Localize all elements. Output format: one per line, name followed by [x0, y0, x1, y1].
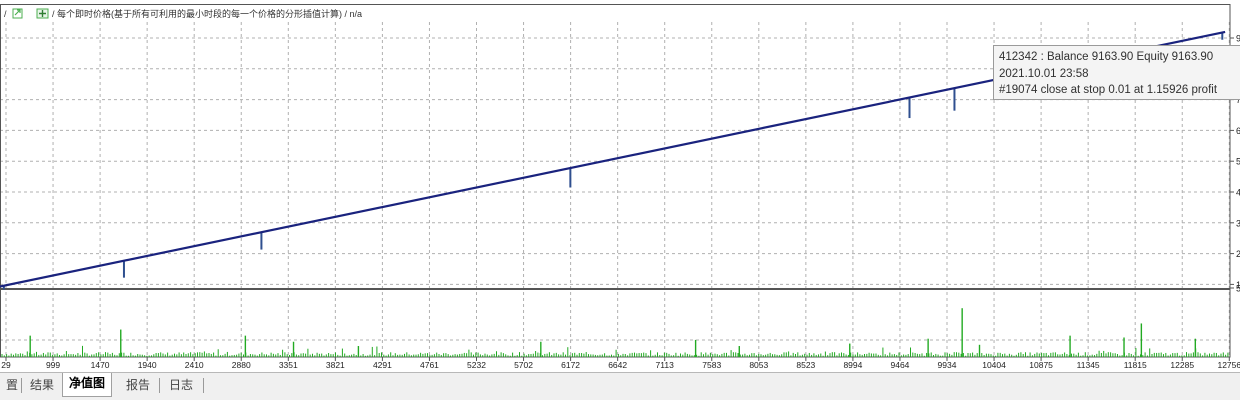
tab-results[interactable]: 结果 [24, 375, 60, 395]
x-tick-label: 4761 [420, 360, 439, 370]
x-tick-label: 10875 [1029, 360, 1053, 370]
chart-tooltip: 412342 : Balance 9163.90 Equity 9163.90 … [993, 45, 1240, 100]
y-tick-label: 2 [1236, 249, 1240, 259]
y-tick-label: 3 [1236, 218, 1240, 228]
tab-journal[interactable]: 日志 [163, 375, 199, 395]
tab-report[interactable]: 报告 [120, 375, 156, 395]
x-tick-label: 29 [1, 360, 11, 370]
tooltip-deal-line: #19074 close at stop 0.01 at 1.15926 pro… [999, 84, 1218, 96]
tooltip-date-line: 2021.10.01 23:58 [999, 67, 1089, 80]
x-tick-label: 5702 [514, 360, 533, 370]
x-tick-label: 7583 [702, 360, 721, 370]
x-tick-label: 12756 [1217, 360, 1240, 370]
x-tick-label: 11815 [1124, 360, 1147, 370]
x-tick-label: 4291 [373, 360, 392, 370]
y-tick-label: 4 [1236, 188, 1240, 198]
x-tick-label: 8053 [749, 360, 768, 370]
x-tick-label: 10404 [982, 360, 1006, 370]
x-tick-label: 999 [46, 360, 60, 370]
tab-divider [159, 378, 160, 393]
x-tick-label: 1940 [138, 360, 157, 370]
x-tick-label: 9934 [938, 360, 957, 370]
x-tick-label: 6642 [608, 360, 627, 370]
x-tick-label: 1470 [91, 360, 110, 370]
tooltip-balance-line: 412342 : Balance 9163.90 Equity 9163.90 [999, 51, 1214, 63]
x-tick-label: 5232 [467, 360, 486, 370]
tester-tab-bar: 置 结果 净值图 报告 日志 [0, 372, 1240, 400]
header-subtitle: / 每个即时价格(基于所有可利用的最小时段的每一个价格的分形插值计算) / n/… [52, 8, 362, 19]
x-tick-label: 6172 [561, 360, 580, 370]
chart-header: / / 每个即时价格(基于所有可利用的最小时段的每一个价格的分形插值计算) / … [4, 8, 362, 19]
x-tick-label: 9464 [890, 360, 909, 370]
y-tick-label: 6 [1236, 126, 1240, 136]
y-tick-label: 9 [1236, 34, 1240, 44]
tab-equity-chart[interactable]: 净值图 [62, 373, 113, 397]
tab-divider [203, 378, 204, 393]
x-tick-label: 3821 [326, 360, 345, 370]
x-tick-label: 12285 [1170, 360, 1194, 370]
x-tick-label: 2880 [232, 360, 251, 370]
tab-divider [21, 378, 22, 393]
x-tick-label: 8523 [796, 360, 815, 370]
x-tick-label: 7113 [656, 360, 675, 370]
x-tick-label: 11345 [1077, 360, 1100, 370]
y-tick-label: 5 [1236, 157, 1240, 167]
x-tick-label: 8994 [843, 360, 862, 370]
x-tick-label: 2410 [185, 360, 204, 370]
y-tick-label: 5 [1236, 284, 1240, 294]
x-tick-label: 3351 [279, 360, 298, 370]
